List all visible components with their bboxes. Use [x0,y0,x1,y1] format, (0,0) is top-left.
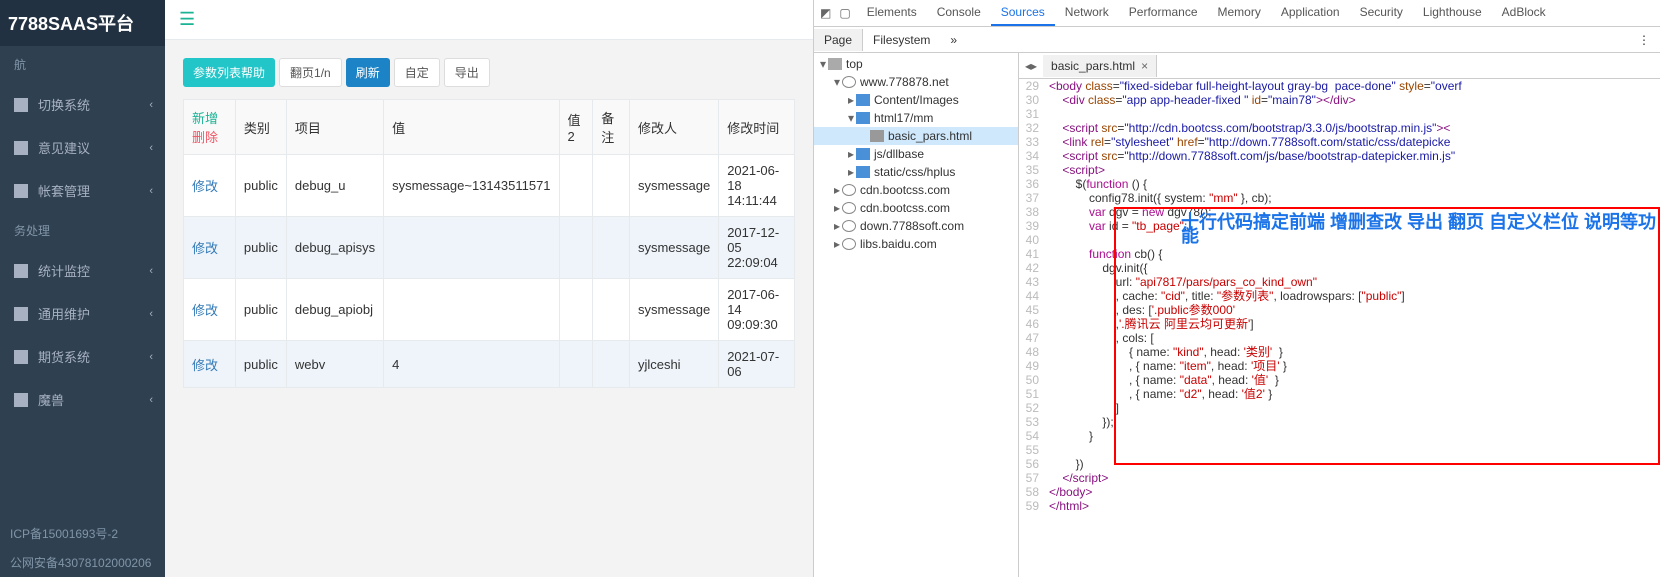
filesystem-tab[interactable]: Filesystem [863,29,940,51]
menu-icon [14,350,28,364]
sidebar-item[interactable]: 帐套管理‹ [0,169,165,212]
sources-subtabs: Page Filesystem » ⋮ [814,27,1660,53]
table-row: 修改publicdebug_apiobjsysmessage2017-06-14… [184,279,795,341]
chevron-left-icon: ‹ [149,185,153,197]
sidebar-item[interactable]: 统计监控‹ [0,249,165,292]
devtools-tab-memory[interactable]: Memory [1208,0,1271,26]
devtools-tab-elements[interactable]: Elements [857,0,927,26]
tree-folder[interactable]: ▸static/css/hplus [814,163,1018,181]
head-item: 项目 [286,100,383,155]
topbar: ☰ [165,0,813,40]
devtools-tab-lighthouse[interactable]: Lighthouse [1413,0,1492,26]
file-tree: ▾top ▾www.778878.net ▸Content/Images ▾ht… [814,53,1019,577]
menu-icon [14,307,28,321]
tree-folder[interactable]: ▾html17/mm [814,109,1018,127]
nav-label: 航 [0,46,165,83]
menu-icon [14,264,28,278]
page-button[interactable]: 翻页1/n [279,58,342,87]
devtools-tab-network[interactable]: Network [1055,0,1119,26]
refresh-button[interactable]: 刷新 [346,58,390,87]
nav-icon[interactable]: ◂▸ [1019,59,1043,73]
devtools-tab-sources[interactable]: Sources [991,0,1055,26]
close-icon[interactable]: × [1141,59,1148,73]
sidebar: 7788SAAS平台 航 切换系统‹意见建议‹帐套管理‹ 务处理 统计监控‹通用… [0,0,165,577]
devtools-tab-console[interactable]: Console [927,0,991,26]
data-table: 新增 删除 类别 项目 值 值2 备注 修改人 修改时间 修改publicdeb… [183,99,795,388]
devtools-tab-application[interactable]: Application [1271,0,1350,26]
code-editor[interactable]: 29<body class="fixed-sidebar full-height… [1019,79,1660,577]
edit-link[interactable]: 修改 [192,241,218,256]
tree-domain[interactable]: ▸cdn.bootcss.com [814,199,1018,217]
chevron-left-icon: ‹ [149,351,153,363]
overrides-tab[interactable]: » [940,29,967,51]
hamburger-icon[interactable]: ☰ [179,9,195,30]
sidebar-item[interactable]: 魔兽‹ [0,378,165,421]
menu-icon [14,184,28,198]
toolbar: 参数列表帮助 翻页1/n 刷新 自定 导出 [183,58,795,87]
export-button[interactable]: 导出 [444,58,490,87]
edit-link[interactable]: 修改 [192,179,218,194]
chevron-left-icon: ‹ [149,142,153,154]
tree-folder[interactable]: ▸Content/Images [814,91,1018,109]
device-icon[interactable]: ▢ [839,6,850,20]
head-editor: 修改人 [629,100,718,155]
app-title: 7788SAAS平台 [0,0,165,46]
page-tab[interactable]: Page [814,29,863,51]
tree-domain[interactable]: ▾www.778878.net [814,73,1018,91]
table-row: 修改publicdebug_usysmessage~13143511571sys… [184,155,795,217]
editor-tab[interactable]: basic_pars.html × [1043,55,1157,77]
custom-button[interactable]: 自定 [394,58,440,87]
sidebar-item[interactable]: 通用维护‹ [0,292,165,335]
table-row: 修改publicwebv4yjlceshi2021-07-06 [184,341,795,388]
icp-text: ICP备15001693号-2 [0,519,165,548]
devtools-tab-adblock[interactable]: AdBlock [1492,0,1556,26]
main-area: ☰ 参数列表帮助 翻页1/n 刷新 自定 导出 新增 删除 类别 项目 值 值2… [165,0,813,577]
devtools: ◩ ▢ ElementsConsoleSourcesNetworkPerform… [813,0,1660,577]
devtools-tab-performance[interactable]: Performance [1119,0,1208,26]
app-window: 7788SAAS平台 航 切换系统‹意见建议‹帐套管理‹ 务处理 统计监控‹通用… [0,0,813,577]
tree-top[interactable]: ▾top [814,55,1018,73]
help-button[interactable]: 参数列表帮助 [183,58,275,87]
sidebar-item[interactable]: 意见建议‹ [0,126,165,169]
tree-folder[interactable]: ▸js/dllbase [814,145,1018,163]
section-label: 务处理 [0,212,165,249]
devtools-tabs: ◩ ▢ ElementsConsoleSourcesNetworkPerform… [814,0,1660,27]
gongan-text: 公网安备43078102000206 [0,548,165,577]
tree-domain[interactable]: ▸libs.baidu.com [814,235,1018,253]
edit-link[interactable]: 修改 [192,303,218,318]
chevron-left-icon: ‹ [149,99,153,111]
sidebar-item[interactable]: 期货系统‹ [0,335,165,378]
chevron-left-icon: ‹ [149,308,153,320]
head-value2: 值2 [559,100,593,155]
head-remark: 备注 [593,100,630,155]
head-time: 修改时间 [719,100,795,155]
tree-domain[interactable]: ▸down.7788soft.com [814,217,1018,235]
inspect-icon[interactable]: ◩ [820,6,831,20]
more-icon[interactable]: ⋮ [1628,29,1660,51]
menu-icon [14,393,28,407]
table-row: 修改publicdebug_apisyssysmessage2017-12-05… [184,217,795,279]
devtools-tab-security[interactable]: Security [1350,0,1413,26]
chevron-left-icon: ‹ [149,394,153,406]
tree-file-selected[interactable]: basic_pars.html [814,127,1018,145]
head-kind: 类别 [235,100,286,155]
sidebar-item[interactable]: 切换系统‹ [0,83,165,126]
chevron-left-icon: ‹ [149,265,153,277]
head-action: 新增 删除 [184,100,236,155]
edit-link[interactable]: 修改 [192,358,218,373]
editor-pane: ◂▸ basic_pars.html × 29<body class="fixe… [1019,53,1660,577]
head-value: 值 [384,100,559,155]
menu-icon [14,98,28,112]
tree-domain[interactable]: ▸cdn.bootcss.com [814,181,1018,199]
menu-icon [14,141,28,155]
